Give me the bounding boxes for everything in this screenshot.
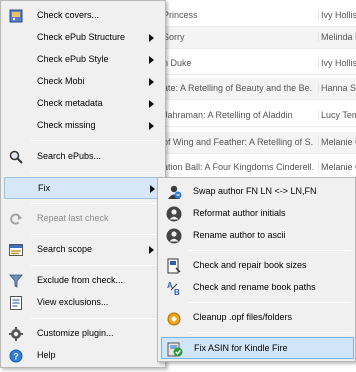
menu-item-label: Customize plugin...	[37, 328, 114, 338]
menu-item-label: Check missing	[37, 120, 96, 130]
menu-separator	[31, 318, 161, 319]
menu-separator	[31, 140, 161, 141]
submenu-arrow-icon	[149, 56, 154, 64]
menu-item-search-scope[interactable]: Search scope	[4, 239, 163, 261]
menu-item-label: Search scope	[37, 244, 93, 254]
title-cell: Princess	[163, 10, 198, 20]
menu-separator	[31, 203, 161, 204]
title-cell: ate: A Retelling of Beauty and the Be...	[163, 83, 313, 93]
author-cell: Melinda Ri	[318, 32, 356, 42]
submenu-item-label: Rename author to ascii	[193, 230, 286, 240]
menu-item-exclude-from-check[interactable]: Exclude from check...	[4, 270, 163, 292]
author-cell: Hanna Sa	[318, 83, 356, 93]
menu-item-label: Repeat last check	[37, 213, 109, 223]
menu-separator	[188, 302, 351, 303]
submenu-item-check-rename-book-paths[interactable]: A B Check and rename book paths	[161, 277, 354, 299]
person-icon	[166, 206, 182, 222]
menu-item-check-epub-structure[interactable]: Check ePub Structure	[4, 27, 163, 49]
menu-item-check-covers[interactable]: Check covers...	[4, 5, 163, 27]
cleanup-icon	[166, 310, 182, 326]
menu-item-label: Check metadata	[37, 98, 103, 108]
menu-item-label: Search ePubs...	[37, 151, 102, 161]
swap-author-icon	[166, 184, 182, 200]
submenu-arrow-icon	[149, 78, 154, 86]
menu-item-check-metadata[interactable]: Check metadata	[4, 93, 163, 115]
submenu-item-label: Reformat author initials	[193, 208, 286, 218]
menu-item-label: Exclude from check...	[37, 275, 124, 285]
submenu-item-reformat-author-initials[interactable]: Reformat author initials	[161, 203, 354, 225]
menu-item-label: View exclusions...	[37, 297, 109, 307]
author-cell: Melanie C	[318, 162, 356, 172]
menu-item-label: Help	[37, 350, 56, 360]
submenu-item-swap-author[interactable]: Swap author FN LN <-> LN,FN	[161, 181, 354, 203]
menu-item-check-epub-style[interactable]: Check ePub Style	[4, 49, 163, 71]
scope-icon	[9, 243, 23, 257]
menu-item-label: Check ePub Structure	[37, 32, 126, 42]
title-cell: ation Ball: A Four Kingdoms Cinderell...	[163, 162, 313, 172]
author-cell: Ivy Hollis	[318, 10, 356, 20]
submenu-item-rename-author-ascii[interactable]: Rename author to ascii	[161, 225, 354, 247]
submenu-item-label: Check and repair book sizes	[193, 260, 307, 270]
title-cell: Jahraman: A Retelling of Aladdin	[163, 110, 293, 120]
repeat-icon	[9, 212, 23, 226]
menu-separator	[188, 332, 351, 333]
svg-text:B: B	[174, 288, 180, 296]
book-path-icon: A B	[166, 280, 182, 297]
menu-item-fix[interactable]: Fix	[4, 177, 163, 199]
menu-item-repeat-last-check: Repeat last check	[4, 208, 163, 230]
menu-separator	[31, 172, 161, 173]
book-cover-icon	[9, 9, 23, 23]
menu-item-view-exclusions[interactable]: View exclusions...	[4, 292, 163, 314]
menu-item-label: Check covers...	[37, 10, 100, 20]
menu-item-check-missing[interactable]: Check missing	[4, 115, 163, 137]
title-cell: of Wing and Feather: A Retelling of S...	[163, 137, 313, 147]
filter-icon	[9, 274, 23, 288]
menu-item-search-epubs[interactable]: Search ePubs...	[4, 146, 163, 168]
menu-item-label: Check ePub Style	[37, 54, 109, 64]
menu-separator	[188, 250, 351, 251]
submenu-item-cleanup-opf[interactable]: Cleanup .opf files/folders	[161, 307, 354, 329]
help-icon: ?	[9, 349, 23, 363]
kindle-fix-icon	[167, 341, 183, 357]
menu-separator	[31, 265, 161, 266]
submenu-arrow-icon	[149, 122, 154, 130]
book-size-icon	[166, 258, 182, 274]
fix-submenu: Swap author FN LN <-> LN,FN Reformat aut…	[157, 177, 356, 362]
menu-item-help[interactable]: ? Help	[4, 345, 163, 367]
title-cell: Sorry	[163, 32, 185, 42]
menu-item-label: Fix	[38, 183, 50, 193]
submenu-arrow-icon	[149, 246, 154, 254]
submenu-item-fix-asin-kindle-fire[interactable]: Fix ASIN for Kindle Fire	[161, 337, 354, 359]
magnifier-icon	[9, 150, 23, 164]
author-cell: Melanie C	[318, 137, 356, 147]
submenu-item-check-repair-book-sizes[interactable]: Check and repair book sizes	[161, 255, 354, 277]
submenu-item-label: Cleanup .opf files/folders	[193, 312, 293, 322]
submenu-arrow-icon	[149, 100, 154, 108]
list-icon	[9, 296, 23, 310]
menu-item-customize-plugin[interactable]: Customize plugin...	[4, 323, 163, 345]
svg-text:?: ?	[13, 352, 19, 362]
title-cell: n Duke	[163, 58, 192, 68]
author-cell: Ivy Hollis	[318, 58, 356, 68]
menu-item-check-mobi[interactable]: Check Mobi	[4, 71, 163, 93]
gear-icon	[9, 327, 23, 341]
submenu-item-label: Fix ASIN for Kindle Fire	[194, 343, 288, 353]
author-cell: Lucy Tem	[318, 110, 356, 120]
submenu-arrow-icon	[150, 185, 155, 193]
person-icon	[166, 228, 182, 244]
menu-separator	[31, 234, 161, 235]
submenu-item-label: Swap author FN LN <-> LN,FN	[193, 186, 317, 196]
plugin-context-menu: Check covers... Check ePub Structure Che…	[0, 0, 166, 368]
menu-item-label: Check Mobi	[37, 76, 85, 86]
submenu-item-label: Check and rename book paths	[193, 282, 316, 292]
submenu-arrow-icon	[149, 34, 154, 42]
